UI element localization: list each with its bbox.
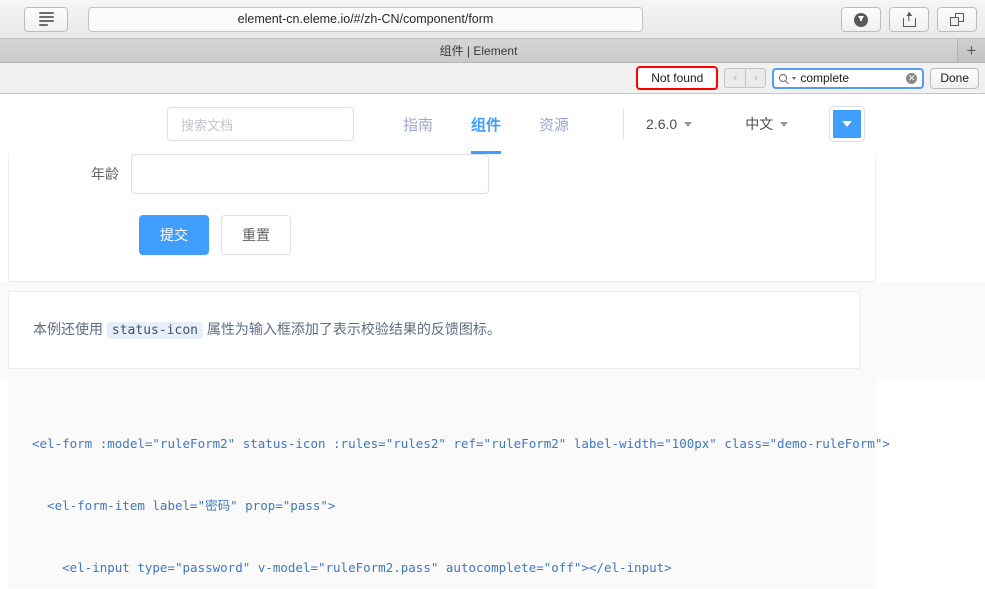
- download-icon: [854, 12, 868, 27]
- theme-dropdown-button[interactable]: [830, 107, 865, 141]
- site-header: 搜索文档 指南 组件 资源 2.6.0 中文: [0, 94, 985, 154]
- find-next-button[interactable]: ›: [745, 68, 767, 88]
- description-box: 本例还使用 status-icon 属性为输入框添加了表示校验结果的反馈图标。: [8, 291, 860, 370]
- code-line: <el-form :model="ruleForm2" status-icon …: [32, 435, 890, 451]
- plus-icon: +: [966, 40, 977, 60]
- description-suffix: 属性为输入框添加了表示校验结果的反馈图标。: [202, 321, 501, 337]
- header-divider: [623, 109, 625, 139]
- submit-button[interactable]: 提交: [139, 215, 209, 255]
- code-line: <el-form-item label="密码" prop="pass">: [32, 497, 336, 513]
- toolbar-right-group: [841, 7, 977, 32]
- find-nav-arrows: ‹ ›: [724, 68, 767, 88]
- form-actions: 提交 重置: [9, 201, 875, 281]
- doc-search-input[interactable]: 搜索文档: [167, 107, 354, 141]
- nav-item-guide-label: 指南: [403, 116, 434, 134]
- code-line: <el-input type="password" v-model="ruleF…: [32, 559, 672, 575]
- sidebar-toggle-button[interactable]: [24, 6, 68, 32]
- clear-icon[interactable]: ✕: [906, 72, 918, 84]
- chevron-down-icon: [842, 121, 853, 127]
- find-done-label: Done: [940, 71, 969, 85]
- find-status-text: Not found: [639, 70, 716, 86]
- new-tab-button[interactable]: +: [958, 39, 985, 62]
- tab-overview-button[interactable]: [937, 7, 977, 32]
- browser-tab-active[interactable]: 组件 | Element: [0, 39, 958, 62]
- page-viewport: 搜索文档 指南 组件 资源 2.6.0 中文 年龄 提交 重置 本例还使用 st…: [0, 94, 985, 588]
- version-label: 2.6.0: [646, 116, 678, 132]
- chevron-down-icon[interactable]: [792, 76, 797, 80]
- reset-button[interactable]: 重置: [221, 215, 291, 255]
- find-input[interactable]: complete ✕: [772, 67, 925, 89]
- page-content: 年龄 提交 重置 本例还使用 status-icon 属性为输入框添加了表示校验…: [0, 154, 985, 588]
- search-icon: [779, 74, 788, 82]
- chevron-down-icon: [780, 121, 789, 127]
- tab-overview-icon: [950, 13, 964, 26]
- nav-item-components[interactable]: 组件: [452, 114, 520, 154]
- find-bar: Not found ‹ › complete ✕ Done: [0, 63, 985, 94]
- nav-item-guide[interactable]: 指南: [384, 114, 452, 135]
- nav-item-components-label: 组件: [471, 116, 502, 134]
- description-prefix: 本例还使用: [33, 321, 107, 337]
- sidebar-icon: [38, 12, 54, 26]
- share-button[interactable]: [889, 7, 929, 32]
- find-status-highlight: Not found: [636, 66, 719, 90]
- address-bar[interactable]: element-cn.eleme.io/#/zh-CN/component/fo…: [88, 6, 643, 32]
- form-demo-card: 年龄 提交 重置: [8, 154, 876, 282]
- browser-toolbar: element-cn.eleme.io/#/zh-CN/component/fo…: [0, 0, 985, 39]
- site-nav: 指南 组件 资源: [384, 114, 588, 154]
- form-item-age: 年龄: [9, 154, 875, 201]
- code-block: <el-form :model="ruleForm2" status-icon …: [8, 378, 890, 588]
- url-text: element-cn.eleme.io/#/zh-CN/component/fo…: [237, 12, 494, 26]
- language-label: 中文: [745, 116, 774, 132]
- version-selector[interactable]: 2.6.0: [646, 116, 693, 132]
- form-item-age-label: 年龄: [91, 166, 119, 182]
- reset-button-label: 重置: [242, 227, 270, 243]
- find-query-text: complete: [800, 71, 850, 85]
- nav-item-resources-label: 资源: [539, 116, 570, 134]
- download-button[interactable]: [841, 7, 881, 32]
- submit-button-label: 提交: [160, 227, 188, 243]
- find-done-button[interactable]: Done: [930, 67, 979, 89]
- find-prev-button[interactable]: ‹: [724, 68, 746, 88]
- tab-title: 组件 | Element: [439, 44, 518, 58]
- doc-search-placeholder: 搜索文档: [181, 117, 234, 133]
- age-input[interactable]: [131, 154, 489, 194]
- nav-item-resources[interactable]: 资源: [520, 114, 588, 135]
- description-inline-code: status-icon: [106, 322, 203, 339]
- chevron-down-icon: [684, 121, 693, 127]
- language-selector[interactable]: 中文: [745, 114, 789, 134]
- share-icon: [902, 12, 916, 27]
- description-strip: 本例还使用 status-icon 属性为输入框添加了表示校验结果的反馈图标。: [0, 282, 985, 379]
- tab-strip: 组件 | Element +: [0, 39, 985, 63]
